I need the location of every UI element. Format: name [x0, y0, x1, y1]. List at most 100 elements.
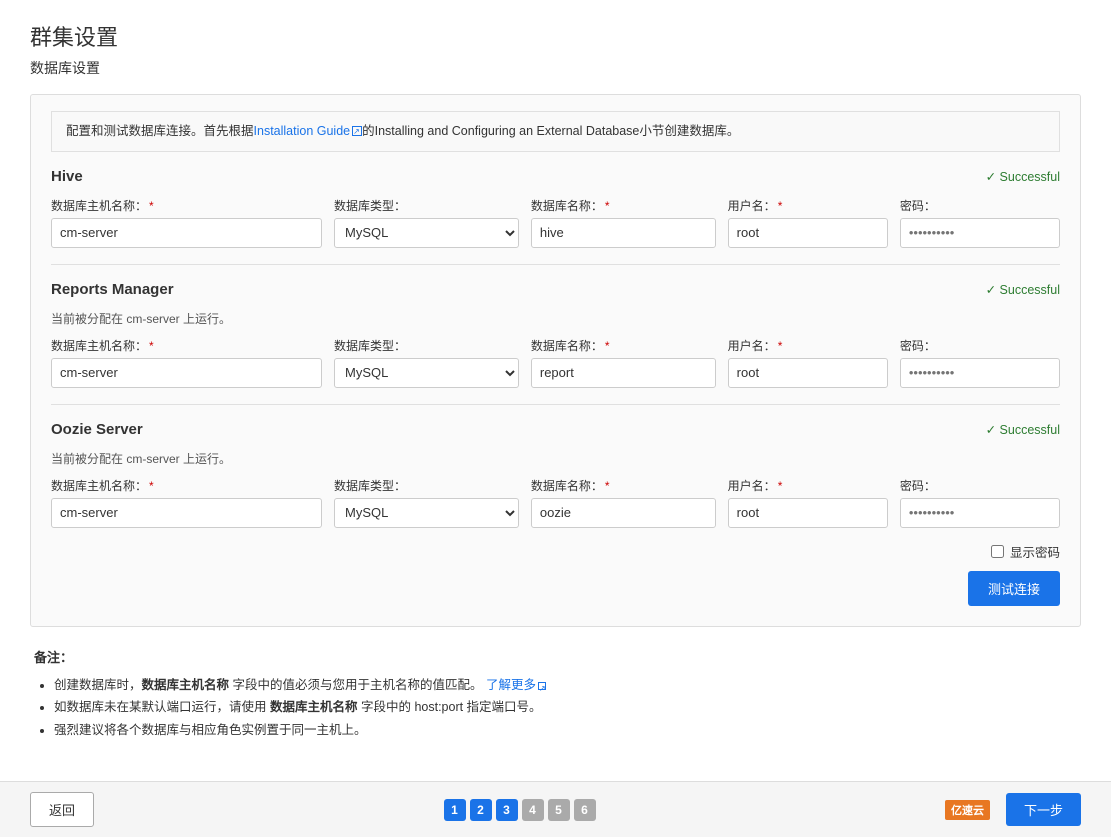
reports-manager-note: 当前被分配在 cm-server 上运行。 [51, 310, 1060, 327]
notes-title: 备注： [34, 647, 1077, 666]
note-1-bold: 数据库主机名称 [142, 678, 230, 692]
oozie-username-input[interactable] [728, 498, 888, 528]
reports-host-required: * [149, 339, 154, 353]
next-button[interactable]: 下一步 [1006, 793, 1081, 826]
oozie-username-label: 用户名：* [728, 477, 888, 494]
hive-host-input[interactable] [51, 218, 322, 248]
oozie-password-label: 密码： [900, 477, 1060, 494]
hive-password-label: 密码： [900, 197, 1060, 214]
info-bar: 配置和测试数据库连接。首先根据Installation Guide的Instal… [51, 111, 1060, 152]
oozie-dbname-label: 数据库名称：* [531, 477, 716, 494]
reports-manager-status: Successful [986, 282, 1060, 297]
note-item-3: 强烈建议将各个数据库与相应角色实例置于同一主机上。 [54, 719, 1077, 742]
back-button[interactable]: 返回 [30, 792, 94, 827]
page-wrapper: 群集设置 数据库设置 配置和测试数据库连接。首先根据Installation G… [0, 0, 1111, 837]
learn-more-link[interactable]: 了解更多 [486, 678, 546, 692]
oozie-password-input[interactable] [900, 498, 1060, 528]
reports-dbname-input[interactable] [531, 358, 716, 388]
hive-section-header: Hive Successful [51, 168, 1060, 185]
pagination: 1 2 3 4 5 6 [444, 799, 596, 821]
oozie-dbtype-label: 数据库类型： [334, 477, 519, 494]
reports-password-group: 密码： [900, 337, 1060, 388]
show-password-checkbox[interactable] [991, 545, 1004, 558]
reports-host-label: 数据库主机名称：* [51, 337, 322, 354]
hive-title: Hive [51, 168, 83, 185]
reports-dbtype-group: 数据库类型： MySQL PostgreSQL Oracle [334, 337, 519, 388]
reports-password-input[interactable] [900, 358, 1060, 388]
footer-right: 亿速云 下一步 [945, 793, 1081, 826]
oozie-dbname-group: 数据库名称：* [531, 477, 716, 528]
hive-username-label: 用户名：* [728, 197, 888, 214]
reports-manager-section-header: Reports Manager Successful [51, 281, 1060, 298]
test-connection-button[interactable]: 测试连接 [968, 571, 1060, 606]
divider-2 [51, 404, 1060, 405]
reports-host-input[interactable] [51, 358, 322, 388]
note-item-1: 创建数据库时，数据库主机名称 字段中的值必须与您用于主机名称的值匹配。 了解更多 [54, 674, 1077, 697]
oozie-host-group: 数据库主机名称：* [51, 477, 322, 528]
hive-form-row: 数据库主机名称：* 数据库类型： MySQL PostgreSQL Oracle [51, 197, 1060, 248]
learn-more-ext-icon [538, 682, 546, 690]
page-subtitle: 数据库设置 [30, 58, 1081, 78]
oozie-status: Successful [986, 422, 1060, 437]
reports-username-group: 用户名：* [728, 337, 888, 388]
reports-username-required: * [778, 339, 783, 353]
logo-box: 亿速云 [945, 800, 990, 820]
page-2[interactable]: 2 [470, 799, 492, 821]
reports-username-input[interactable] [728, 358, 888, 388]
reports-manager-form-row: 数据库主机名称：* 数据库类型： MySQL PostgreSQL Oracle [51, 337, 1060, 388]
external-link-icon [352, 126, 362, 136]
hive-password-input[interactable] [900, 218, 1060, 248]
reports-dbtype-label: 数据库类型： [334, 337, 519, 354]
hive-dbname-required: * [605, 199, 610, 213]
oozie-host-required: * [149, 479, 154, 493]
oozie-dbtype-select[interactable]: MySQL PostgreSQL Oracle [334, 498, 519, 528]
reports-manager-section: Reports Manager Successful 当前被分配在 cm-ser… [51, 281, 1060, 388]
reports-dbname-label: 数据库名称：* [531, 337, 716, 354]
hive-dbname-input[interactable] [531, 218, 716, 248]
reports-host-group: 数据库主机名称：* [51, 337, 322, 388]
oozie-password-group: 密码： [900, 477, 1060, 528]
page-6[interactable]: 6 [574, 799, 596, 821]
hive-host-group: 数据库主机名称：* [51, 197, 322, 248]
oozie-dbname-input[interactable] [531, 498, 716, 528]
page-4[interactable]: 4 [522, 799, 544, 821]
reports-password-label: 密码： [900, 337, 1060, 354]
page-3[interactable]: 3 [496, 799, 518, 821]
oozie-username-required: * [778, 479, 783, 493]
notes-section: 备注： 创建数据库时，数据库主机名称 字段中的值必须与您用于主机名称的值匹配。 … [30, 647, 1081, 742]
reports-manager-title: Reports Manager [51, 281, 174, 298]
page-5[interactable]: 5 [548, 799, 570, 821]
test-connection-row: 测试连接 [51, 571, 1060, 606]
oozie-form-row: 数据库主机名称：* 数据库类型： MySQL PostgreSQL Oracle [51, 477, 1060, 528]
oozie-dbtype-group: 数据库类型： MySQL PostgreSQL Oracle [334, 477, 519, 528]
hive-host-required: * [149, 199, 154, 213]
hive-username-group: 用户名：* [728, 197, 888, 248]
oozie-host-label: 数据库主机名称：* [51, 477, 322, 494]
installation-guide-link[interactable]: Installation Guide [254, 124, 363, 138]
oozie-section: Oozie Server Successful 当前被分配在 cm-server… [51, 421, 1060, 528]
footer-bar: 返回 1 2 3 4 5 6 亿速云 下一步 [0, 781, 1111, 837]
page-1[interactable]: 1 [444, 799, 466, 821]
logo-area: 亿速云 [945, 800, 990, 820]
hive-dbtype-group: 数据库类型： MySQL PostgreSQL Oracle [334, 197, 519, 248]
reports-username-label: 用户名：* [728, 337, 888, 354]
oozie-username-group: 用户名：* [728, 477, 888, 528]
hive-status: Successful [986, 169, 1060, 184]
hive-password-group: 密码： [900, 197, 1060, 248]
hive-dbtype-select[interactable]: MySQL PostgreSQL Oracle [334, 218, 519, 248]
database-settings-card: 配置和测试数据库连接。首先根据Installation Guide的Instal… [30, 94, 1081, 627]
oozie-host-input[interactable] [51, 498, 322, 528]
hive-username-input[interactable] [728, 218, 888, 248]
oozie-section-header: Oozie Server Successful [51, 421, 1060, 438]
divider-1 [51, 264, 1060, 265]
hive-dbname-group: 数据库名称：* [531, 197, 716, 248]
page-title: 群集设置 [30, 20, 1081, 52]
hive-dbtype-label: 数据库类型： [334, 197, 519, 214]
hive-dbname-label: 数据库名称：* [531, 197, 716, 214]
show-password-label[interactable]: 显示密码 [1010, 542, 1060, 561]
reports-dbname-required: * [605, 339, 610, 353]
hive-section: Hive Successful 数据库主机名称：* 数据库类型： MySQL [51, 168, 1060, 248]
note-item-2: 如数据库未在某默认端口运行，请使用 数据库主机名称 字段中的 host:port… [54, 696, 1077, 719]
info-text-middle: 的 [362, 124, 375, 138]
reports-dbtype-select[interactable]: MySQL PostgreSQL Oracle [334, 358, 519, 388]
